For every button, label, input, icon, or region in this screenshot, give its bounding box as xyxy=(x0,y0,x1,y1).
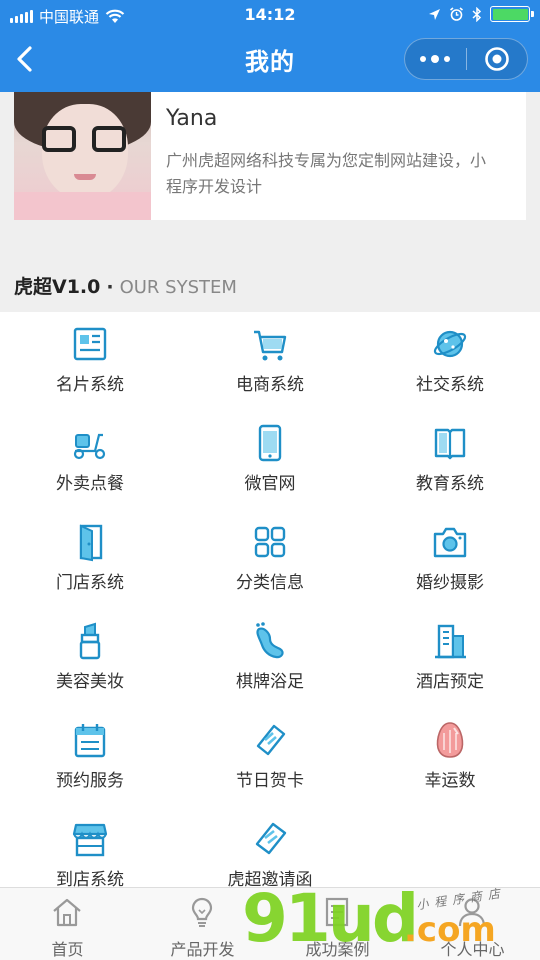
grid-item-ecommerce[interactable]: 电商系统 xyxy=(180,312,360,411)
grid-item-social[interactable]: 社交系统 xyxy=(360,312,540,411)
door-icon xyxy=(79,524,103,562)
tab-product-dev[interactable]: 产品开发 xyxy=(135,888,270,960)
section-header: 虎超V1.0 · OUR SYSTEM xyxy=(14,272,237,299)
grid-item-label: 教育系统 xyxy=(416,474,484,494)
system-grid: 名片系统 电商系统 社交系统 外卖点餐 微官网 教育系统 门店系统 分类信息 婚… xyxy=(0,312,540,890)
home-icon xyxy=(53,898,81,927)
invitation-ticket-icon xyxy=(255,822,287,855)
grid-item-label: 分类信息 xyxy=(236,573,304,593)
grid-item-hotel[interactable]: 酒店预定 xyxy=(360,609,540,708)
egg-icon xyxy=(436,722,464,758)
grid-item-booking[interactable]: 预约服务 xyxy=(0,708,180,807)
grid-item-food-delivery[interactable]: 外卖点餐 xyxy=(0,411,180,510)
grid-item-label: 门店系统 xyxy=(56,573,124,593)
status-right xyxy=(428,6,534,22)
close-circle-button[interactable] xyxy=(466,46,527,72)
alarm-clock-icon xyxy=(450,6,463,21)
grid-item-wedding-photo[interactable]: 婚纱摄影 xyxy=(360,510,540,609)
grid-item-label: 社交系统 xyxy=(416,375,484,395)
grid-item-store[interactable]: 门店系统 xyxy=(0,510,180,609)
grid-item-label: 美容美妆 xyxy=(56,672,124,692)
battery-icon xyxy=(490,6,534,22)
planet-icon xyxy=(433,330,467,358)
book-icon xyxy=(434,428,466,460)
tab-label: 成功案例 xyxy=(305,940,370,959)
grid-item-label: 节日贺卡 xyxy=(236,771,304,791)
storefront-icon xyxy=(72,823,108,857)
grid-item-beauty[interactable]: 美容美妆 xyxy=(0,609,180,708)
tab-profile[interactable]: 个人中心 xyxy=(405,888,540,960)
tab-label: 产品开发 xyxy=(170,940,235,959)
tab-cases[interactable]: 成功案例 xyxy=(270,888,405,960)
profile-card[interactable]: Yana 广州虎超网络科技专属为您定制网站建设，小程序开发设计 xyxy=(14,92,526,220)
tab-label: 个人中心 xyxy=(440,940,505,959)
user-icon xyxy=(458,898,486,927)
document-icon xyxy=(325,897,349,927)
tab-home[interactable]: 首页 xyxy=(0,888,135,960)
category-grid-icon xyxy=(254,526,286,558)
grid-item-label: 外卖点餐 xyxy=(56,474,124,494)
section-title: 虎超V1.0 xyxy=(14,276,101,298)
grid-item-label: 幸运数 xyxy=(424,771,476,791)
grid-item-classified[interactable]: 分类信息 xyxy=(180,510,360,609)
calendar-icon xyxy=(74,724,106,758)
tab-bar: 首页 产品开发 成功案例 个人中心 xyxy=(0,887,540,960)
lipstick-icon xyxy=(79,622,101,660)
avatar xyxy=(14,92,151,220)
profile-name: Yana xyxy=(166,106,218,131)
phone-icon xyxy=(258,424,282,462)
section-subtitle: OUR SYSTEM xyxy=(119,277,237,298)
grid-item-lucky-number[interactable]: 幸运数 xyxy=(360,708,540,807)
bluetooth-icon xyxy=(472,6,482,22)
grid-item-micro-site[interactable]: 微官网 xyxy=(180,411,360,510)
grid-item-business-card[interactable]: 名片系统 xyxy=(0,312,180,411)
shopping-cart-icon xyxy=(254,330,287,361)
grid-item-label: 酒店预定 xyxy=(416,672,484,692)
foot-icon xyxy=(256,622,284,659)
grid-item-label: 婚纱摄影 xyxy=(416,573,484,593)
more-dots-icon[interactable] xyxy=(405,54,466,63)
tab-label: 首页 xyxy=(51,940,84,959)
grid-item-label: 预约服务 xyxy=(56,771,124,791)
ticket-icon xyxy=(256,724,286,756)
building-icon xyxy=(435,624,466,659)
section-separator: · xyxy=(106,276,114,298)
scooter-icon xyxy=(73,433,106,460)
grid-item-greeting-card[interactable]: 节日贺卡 xyxy=(180,708,360,807)
profile-description: 广州虎超网络科技专属为您定制网站建设，小程序开发设计 xyxy=(166,151,487,196)
grid-item-label: 名片系统 xyxy=(56,375,124,395)
close-circle-icon xyxy=(484,47,509,71)
mini-program-capsule xyxy=(404,38,528,80)
grid-item-label: 微官网 xyxy=(244,474,296,494)
grid-item-label: 棋牌浴足 xyxy=(236,672,304,692)
top-bar: 中国联通 14:12 我的 xyxy=(0,0,540,92)
grid-item-foot-spa[interactable]: 棋牌浴足 xyxy=(180,609,360,708)
location-arrow-icon xyxy=(429,8,440,20)
business-card-icon xyxy=(73,327,107,361)
grid-item-education[interactable]: 教育系统 xyxy=(360,411,540,510)
grid-item-label: 电商系统 xyxy=(236,375,304,395)
status-bar: 中国联通 14:12 xyxy=(0,0,540,30)
camera-icon xyxy=(433,527,467,558)
lightbulb-icon xyxy=(191,897,213,927)
